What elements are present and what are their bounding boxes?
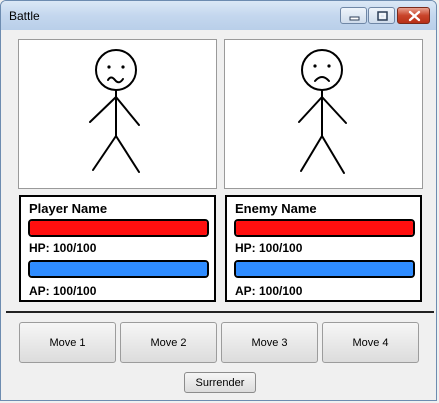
battle-panel: Player Name HP: 100/100 AP: 100/100 Enem…: [6, 30, 434, 396]
window-title: Battle: [9, 9, 40, 23]
player-ap-text: AP: 100/100: [29, 284, 97, 298]
enemy-stick-figure: [298, 49, 347, 174]
enemy-ap-bar: [234, 260, 415, 278]
enemy-name: Enemy Name: [235, 201, 317, 216]
player-stick-figure: [89, 49, 140, 173]
player-name: Player Name: [29, 201, 108, 216]
enemy-hp-fill: [236, 221, 413, 235]
enemy-ap-fill: [236, 262, 413, 276]
player-ap-bar: [28, 260, 209, 278]
title-bar[interactable]: Battle: [1, 1, 436, 30]
close-icon: [408, 10, 421, 22]
surrender-button[interactable]: Surrender: [184, 372, 256, 393]
enemy-ap-text: AP: 100/100: [235, 284, 303, 298]
enemy-hp-text: HP: 100/100: [235, 241, 303, 255]
minimize-button[interactable]: [340, 7, 367, 24]
player-hp-fill: [30, 221, 207, 235]
move-4-button[interactable]: Move 4: [322, 322, 419, 363]
player-portrait: [18, 39, 217, 189]
separator-line: [6, 311, 434, 313]
move-2-button[interactable]: Move 2: [120, 322, 217, 363]
enemy-stats-panel: Enemy Name HP: 100/100 AP: 100/100: [225, 195, 422, 302]
close-button[interactable]: [397, 7, 430, 24]
enemy-hp-bar: [234, 219, 415, 237]
player-hp-text: HP: 100/100: [29, 241, 97, 255]
player-hp-bar: [28, 219, 209, 237]
maximize-button[interactable]: [368, 7, 395, 24]
move-1-button[interactable]: Move 1: [19, 322, 116, 363]
maximize-icon: [377, 11, 388, 21]
minimize-icon: [349, 16, 360, 21]
player-ap-fill: [30, 262, 207, 276]
enemy-portrait: [224, 39, 423, 189]
move-3-button[interactable]: Move 3: [221, 322, 318, 363]
player-stats-panel: Player Name HP: 100/100 AP: 100/100: [19, 195, 216, 302]
battle-window: Battle Player Name HP: 100/100 AP: 100/1…: [0, 0, 437, 401]
